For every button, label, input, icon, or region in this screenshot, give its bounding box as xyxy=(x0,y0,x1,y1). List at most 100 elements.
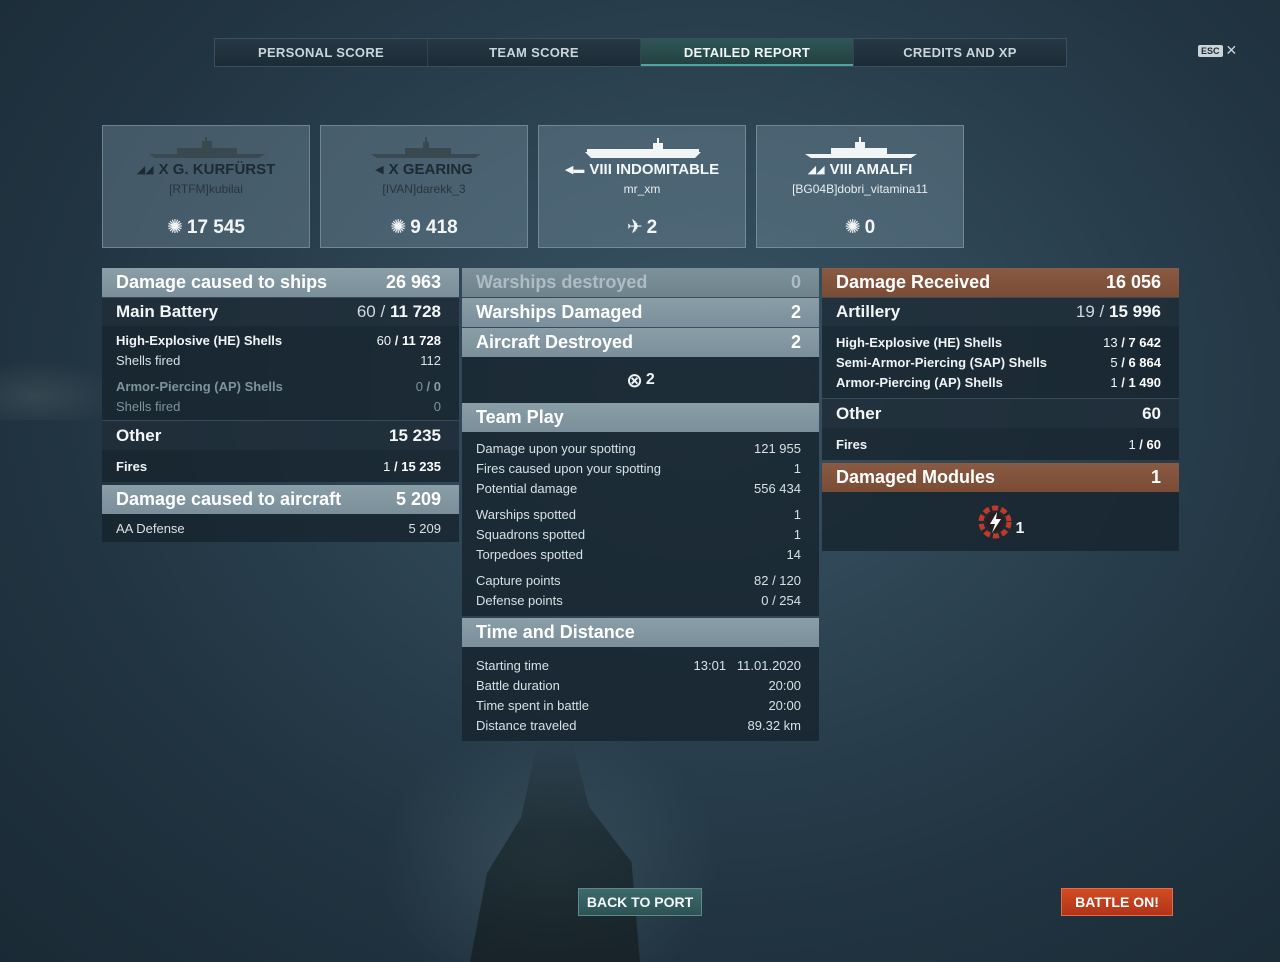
row-value: 1 / 60 xyxy=(1128,436,1161,452)
other-header: Other 60 xyxy=(822,398,1179,428)
tab-bar: PERSONAL SCORE TEAM SCORE DETAILED REPOR… xyxy=(214,38,1067,67)
tab-team-score[interactable]: TEAM SCORE xyxy=(428,39,641,66)
player-name: [RTFM]kubilai xyxy=(169,182,243,196)
back-to-port-button[interactable]: BACK TO PORT xyxy=(578,888,702,916)
tab-credits-and-xp[interactable]: CREDITS AND XP xyxy=(854,39,1066,66)
player-name: mr_xm xyxy=(623,182,661,196)
subheader-value: 15 235 xyxy=(389,425,441,445)
row-value: 556 434 xyxy=(754,480,801,496)
header-value: 5 209 xyxy=(395,489,441,509)
tab-detailed-report[interactable]: DETAILED REPORT xyxy=(641,39,854,66)
row-value: 14 xyxy=(786,546,801,562)
close-button[interactable]: ESC ✕ xyxy=(1198,42,1237,59)
row-label: Armor-Piercing (AP) Shells xyxy=(116,378,283,394)
damage-caused-panel: Damage caused to ships 26 963 Main Batte… xyxy=(102,268,459,542)
artillery-rows: High-Explosive (HE) Shells 13 / 7 642 Se… xyxy=(822,326,1179,398)
table-row: Torpedoes spotted 14 xyxy=(462,544,819,564)
row-value: 1 xyxy=(793,460,801,476)
header-label: Time and Distance xyxy=(476,622,635,642)
card-score: ✺ 17 545 xyxy=(103,216,309,239)
table-row: Shells fired 0 xyxy=(102,396,459,416)
table-row: Damage upon your spotting 121 955 xyxy=(462,438,819,458)
card-score: ✈ 2 xyxy=(539,216,745,239)
header-value: 0 xyxy=(790,272,801,292)
ship-name: ◀▬ VIII INDOMITABLE xyxy=(539,161,745,178)
damage-burst-icon: ✺ xyxy=(844,217,861,238)
row-value: 20:00 xyxy=(768,677,801,693)
table-row: Fires caused upon your spotting 1 xyxy=(462,458,819,478)
row-value: 1 / 15 235 xyxy=(383,458,441,474)
team-play-header: Team Play xyxy=(462,403,819,432)
ship-silhouette-icon xyxy=(149,137,265,158)
table-row: Capture points 82 / 120 xyxy=(462,570,819,590)
table-row: Armor-Piercing (AP) Shells 1 / 1 490 xyxy=(822,372,1179,392)
table-row: Defense points 0 / 254 xyxy=(462,590,819,610)
subheader-label: Other xyxy=(116,425,162,445)
row-label: Potential damage xyxy=(476,480,578,496)
damage-received-header: Damage Received 16 056 xyxy=(822,268,1179,297)
subheader-value: 19 / 15 996 xyxy=(1075,302,1161,321)
header-value: 2 xyxy=(790,332,801,352)
header-label: Team Play xyxy=(476,407,564,427)
card-score: ✺ 9 418 xyxy=(321,216,527,239)
row-label: Fires caused upon your spotting xyxy=(476,460,661,476)
other-rows: Fires 1 / 60 xyxy=(822,428,1179,460)
row-label: Torpedoes spotted xyxy=(476,546,583,562)
row-label: Battle duration xyxy=(476,677,560,693)
row-value: 1 xyxy=(793,506,801,522)
row-value: 5 209 xyxy=(408,520,441,536)
row-value: 5 / 6 864 xyxy=(1110,354,1161,370)
table-row: Potential damage 556 434 xyxy=(462,478,819,498)
row-value: 121 955 xyxy=(754,440,801,456)
header-label: Damage caused to aircraft xyxy=(116,489,342,509)
table-row: High-Explosive (HE) Shells 13 / 7 642 xyxy=(822,332,1179,352)
header-label: Aircraft Destroyed xyxy=(476,332,634,352)
close-icon: ✕ xyxy=(1225,42,1238,58)
card-score-value: 0 xyxy=(864,216,876,238)
carrier-icon: ◀▬ xyxy=(564,164,585,176)
header-value: 26 963 xyxy=(385,272,441,292)
time-distance-header: Time and Distance xyxy=(462,618,819,647)
main-battery-rows: High-Explosive (HE) Shells 60 / 11 728 S… xyxy=(102,326,459,420)
player-card: ◀▬ VIII INDOMITABLE mr_xm ✈ 2 xyxy=(538,125,746,248)
row-value: 0 / 254 xyxy=(761,592,801,608)
aircraft-rows: AA Defense 5 209 xyxy=(102,514,459,542)
row-value: 1 / 1 490 xyxy=(1110,374,1161,390)
plane-shotdown-icon: ✈ xyxy=(626,217,643,238)
table-row: Semi-Armor-Piercing (SAP) Shells 5 / 6 8… xyxy=(822,352,1179,372)
destroyer-icon: ◀ xyxy=(375,164,384,176)
ship-name: ◢◢ VIII AMALFI xyxy=(757,161,963,178)
subheader-label: Artillery xyxy=(836,302,901,321)
row-label: Starting time xyxy=(476,657,549,673)
ship-name-label: X GEARING xyxy=(388,161,473,178)
aircraft-destroyed-badge: ⊗ 2 xyxy=(626,368,655,393)
table-row: High-Explosive (HE) Shells 60 / 11 728 xyxy=(102,330,459,350)
row-label: Armor-Piercing (AP) Shells xyxy=(836,374,1003,390)
row-label: High-Explosive (HE) Shells xyxy=(836,334,1003,350)
table-row: Starting time 13:01 11.01.2020 xyxy=(462,655,819,675)
row-value: 112 xyxy=(420,352,441,368)
row-value: 1 xyxy=(793,526,801,542)
row-label: Shells fired xyxy=(116,398,181,414)
tab-personal-score[interactable]: PERSONAL SCORE xyxy=(215,39,428,66)
damage-received-panel: Damage Received 16 056 Artillery 19 / 15… xyxy=(822,268,1179,551)
row-label: Distance traveled xyxy=(476,717,577,733)
row-label: Fires xyxy=(116,458,148,474)
table-row: Warships spotted 1 xyxy=(462,504,819,524)
row-value: 20:00 xyxy=(768,697,801,713)
battle-on-button[interactable]: BATTLE ON! xyxy=(1061,888,1173,916)
row-label: Fires xyxy=(836,436,868,452)
row-value: 89.32 km xyxy=(747,717,801,733)
subheader-value: 60 / 11 728 xyxy=(356,302,441,321)
subheader-label: Main Battery xyxy=(116,302,219,321)
damage-aircraft-header: Damage caused to aircraft 5 209 xyxy=(102,485,459,514)
table-row: Squadrons spotted 1 xyxy=(462,524,819,544)
row-label: Capture points xyxy=(476,572,561,588)
badge-count: 1 xyxy=(1015,519,1025,537)
player-card: ◢◢ X G. KURFÜRST [RTFM]kubilai ✺ 17 545 xyxy=(102,125,310,248)
badge-count: 2 xyxy=(645,371,655,388)
card-score-value: 17 545 xyxy=(186,216,246,238)
header-value: 16 056 xyxy=(1105,272,1161,292)
row-label: Shells fired xyxy=(116,352,181,368)
row-label: Damage upon your spotting xyxy=(476,440,636,456)
